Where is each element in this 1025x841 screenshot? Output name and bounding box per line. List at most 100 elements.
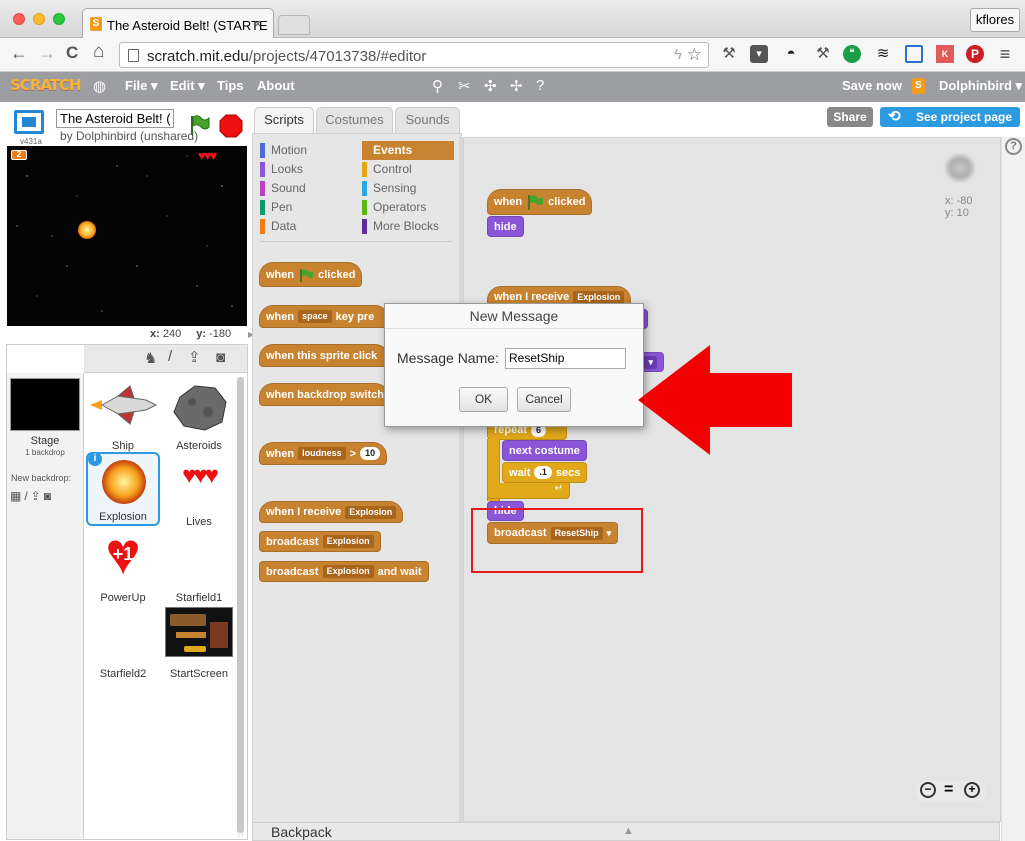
hide-block[interactable]: hide <box>487 216 524 237</box>
help-icon[interactable]: ? <box>1005 138 1022 155</box>
pocket-icon[interactable]: ▾ <box>750 45 768 63</box>
ok-button[interactable]: OK <box>459 387 508 412</box>
address-bar[interactable]: scratch.mit.edu/projects/47013738/#edito… <box>119 42 709 68</box>
duplicate-icon[interactable]: ⚲ <box>432 77 443 95</box>
broadcast-and-wait-block[interactable]: broadcast Explosion and wait <box>259 561 429 582</box>
user-menu[interactable]: Dolphinbird ▾ <box>939 78 1022 94</box>
fullscreen-icon[interactable] <box>14 110 44 134</box>
category-more-blocks[interactable]: More Blocks <box>362 217 452 236</box>
when-i-receive-block[interactable]: when I receive Explosion <box>259 501 404 523</box>
save-now-button[interactable]: Save now <box>842 78 902 93</box>
zoom-window-button[interactable] <box>53 13 65 25</box>
screen-icon[interactable] <box>905 45 923 63</box>
new-backdrop-icons[interactable]: ▦/⇪◙ <box>10 489 54 503</box>
tab-costumes[interactable]: Costumes <box>316 107 393 133</box>
home-icon[interactable]: ⌂ <box>93 41 104 63</box>
tab-scripts[interactable]: Scripts <box>254 107 314 133</box>
tips-menu[interactable]: Tips <box>217 78 244 93</box>
scratch-logo[interactable]: SCRATCH <box>10 76 82 94</box>
share-button[interactable]: Share <box>827 107 873 127</box>
sprite-ship[interactable]: Ship <box>86 378 160 452</box>
menu-icon[interactable]: ≡ <box>996 45 1014 63</box>
zoom-out-icon[interactable]: − <box>920 782 936 798</box>
green-flag-icon[interactable] <box>188 113 212 140</box>
wrench-icon[interactable]: ⚒ <box>720 45 738 63</box>
explosion-sprite[interactable] <box>78 221 96 239</box>
reload-icon[interactable]: C <box>66 43 78 63</box>
minimize-window-button[interactable] <box>33 13 45 25</box>
next-costume-block[interactable]: next costume <box>502 440 587 461</box>
backpack-bar[interactable]: Backpack ▲ <box>252 822 1000 841</box>
key-dropdown[interactable]: space <box>298 310 332 323</box>
cut-icon[interactable]: ✂ <box>458 77 471 95</box>
when-flag-clicked-block[interactable]: when clicked <box>259 262 363 287</box>
project-title-input[interactable]: The Asteroid Belt! ( <box>56 109 174 128</box>
upload-icon[interactable]: ⇪ <box>188 348 201 366</box>
paint-icon[interactable]: / <box>168 348 172 365</box>
file-menu[interactable]: File ▾ <box>125 78 158 94</box>
category-looks[interactable]: Looks <box>260 160 350 179</box>
sprite-powerup[interactable]: ♥ +1 PowerUp <box>86 524 160 605</box>
wait-input[interactable]: .1 <box>534 466 552 479</box>
broadcast-block[interactable]: broadcast Explosion <box>259 531 381 552</box>
message-dropdown[interactable]: Explosion <box>322 565 374 578</box>
info-icon[interactable]: i <box>88 452 102 466</box>
sprite-startscreen[interactable]: StartScreen <box>162 606 236 680</box>
message-dropdown[interactable]: Explosion <box>322 535 374 548</box>
wrench-icon[interactable]: ⚒ <box>814 45 832 63</box>
help-block-icon[interactable]: ? <box>536 77 544 94</box>
category-motion[interactable]: Motion <box>260 141 350 160</box>
about-menu[interactable]: About <box>257 78 295 93</box>
sprite-explosion[interactable]: i Explosion <box>86 452 160 526</box>
tab-close-icon[interactable]: × <box>254 16 262 31</box>
bolt-icon[interactable]: ϟ <box>674 46 682 63</box>
wait-block[interactable]: wait .1 secs <box>502 462 588 483</box>
tab-sounds[interactable]: Sounds <box>395 107 460 133</box>
when-key-pressed-block[interactable]: when space key pre <box>259 305 389 328</box>
mask-icon[interactable]: ◓ <box>782 45 800 63</box>
category-sound[interactable]: Sound <box>260 179 350 198</box>
globe-icon[interactable]: ◍ <box>93 77 106 95</box>
sprite-asteroids[interactable]: Asteroids <box>162 378 236 452</box>
zoom-in-icon[interactable]: + <box>964 782 980 798</box>
sensor-dropdown[interactable]: loudness <box>298 447 346 460</box>
sprite-library-icon[interactable]: ♞ <box>144 349 157 367</box>
kk-icon[interactable]: K <box>936 45 954 63</box>
buffer-icon[interactable]: ≋ <box>874 45 892 63</box>
sprite-scrollbar[interactable] <box>237 377 244 837</box>
stage-thumbnail[interactable] <box>10 378 80 431</box>
message-dropdown[interactable]: Explosion <box>573 290 625 304</box>
hangouts-icon[interactable]: ❝ <box>843 45 861 63</box>
pinterest-icon[interactable]: P <box>966 45 984 63</box>
when-backdrop-switches-block[interactable]: when backdrop switch <box>259 383 389 406</box>
profile-button[interactable]: kflores <box>970 8 1020 32</box>
camera-icon[interactable]: ◙ <box>216 349 225 366</box>
browser-tab[interactable]: S The Asteroid Belt! (STARTE <box>82 8 274 38</box>
message-dropdown[interactable]: Explosion <box>345 505 397 519</box>
category-events[interactable]: Events <box>362 141 454 160</box>
sprite-starfield2[interactable]: Starfield2 <box>86 606 160 680</box>
message-name-input[interactable]: ResetShip <box>505 348 626 369</box>
category-data[interactable]: Data <box>260 217 350 236</box>
user-avatar[interactable]: S <box>912 78 925 94</box>
loudness-input[interactable]: 10 <box>360 447 381 460</box>
edit-menu[interactable]: Edit ▾ <box>170 78 205 94</box>
star-icon[interactable]: ☆ <box>687 45 702 65</box>
back-icon[interactable]: ← <box>10 43 28 64</box>
new-tab-button[interactable] <box>278 15 310 35</box>
category-operators[interactable]: Operators <box>362 198 452 217</box>
forward-icon[interactable]: → <box>38 43 56 64</box>
category-control[interactable]: Control <box>362 160 452 179</box>
when-loudness-block[interactable]: when loudness >10 <box>259 442 388 465</box>
cancel-button[interactable]: Cancel <box>517 387 571 412</box>
when-flag-clicked-script[interactable]: when clicked <box>487 189 593 215</box>
sprite-starfield1[interactable]: Starfield1 <box>162 530 236 604</box>
when-sprite-clicked-block[interactable]: when this sprite click <box>259 344 389 367</box>
shrink-icon[interactable]: ✢ <box>510 77 523 95</box>
close-window-button[interactable] <box>13 13 25 25</box>
expand-icon[interactable]: ▲ <box>623 825 634 837</box>
see-project-page-button[interactable]: ⟲ See project page <box>880 107 1020 127</box>
grow-icon[interactable]: ✣ <box>484 77 497 95</box>
zoom-reset-icon[interactable]: = <box>944 781 953 799</box>
stop-icon[interactable] <box>219 114 243 141</box>
